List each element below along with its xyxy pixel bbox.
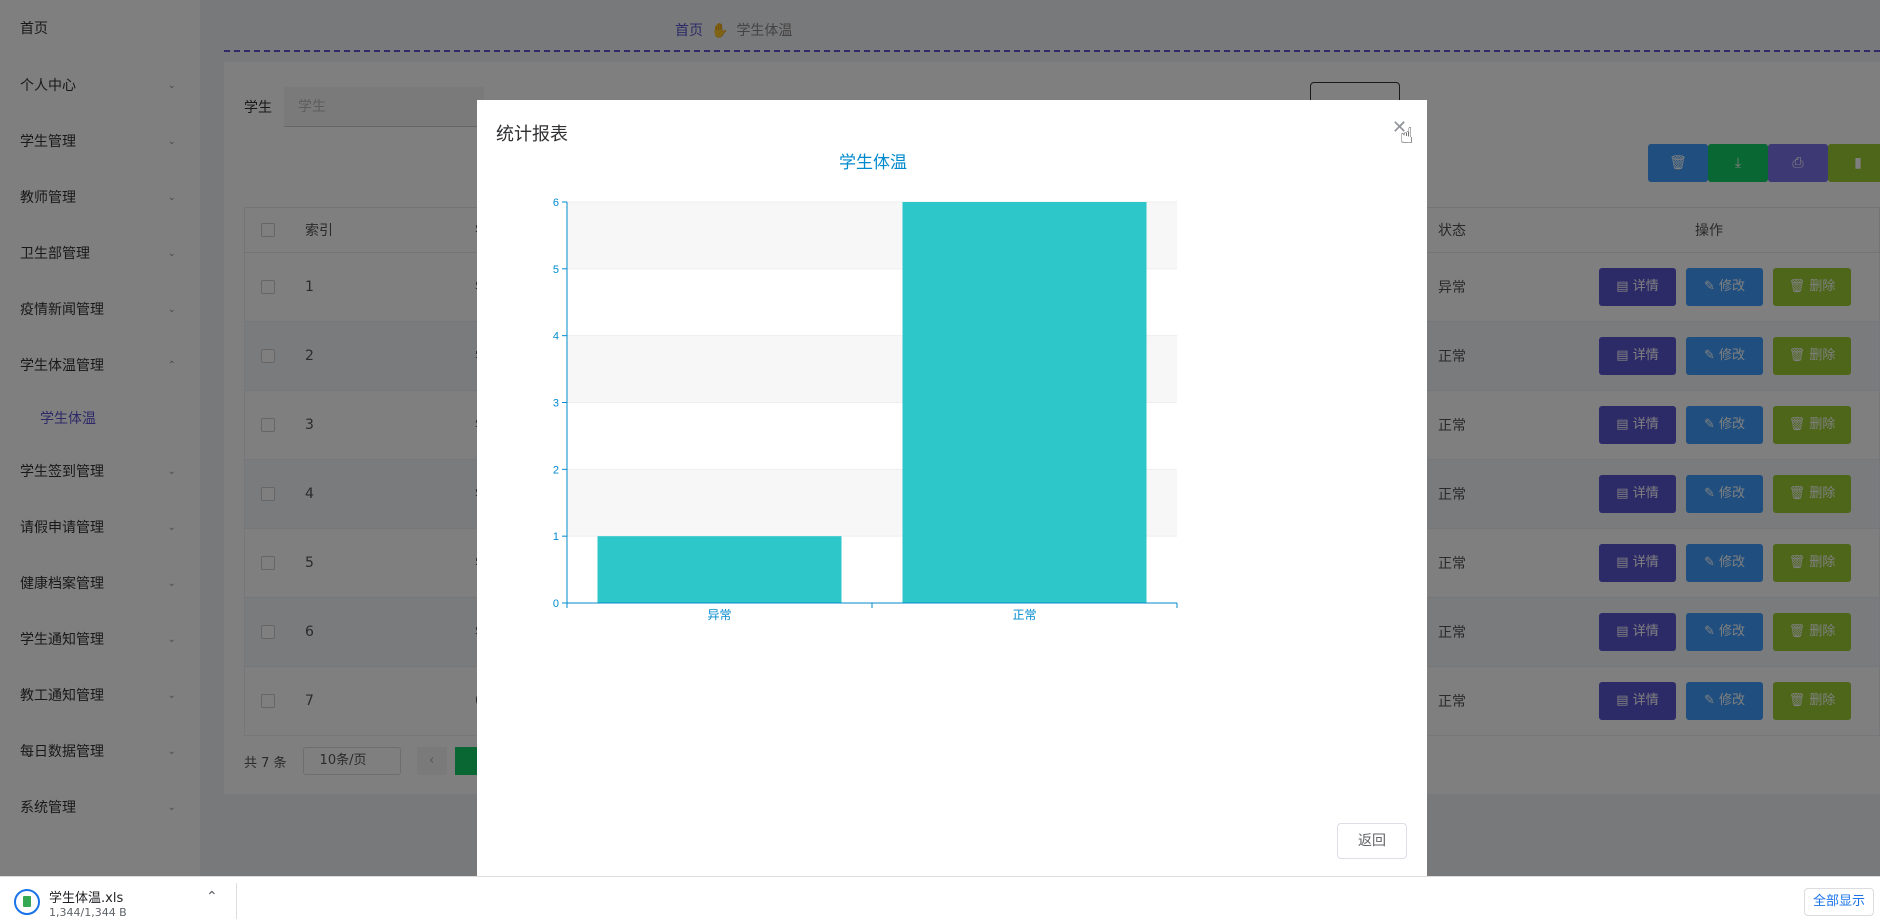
- y-tick-label: 3: [553, 398, 559, 410]
- download-file-name[interactable]: 学生体温.xls: [49, 887, 123, 906]
- y-tick-label: 2: [553, 464, 559, 476]
- y-tick-label: 4: [553, 331, 559, 343]
- back-button[interactable]: 返回: [1337, 823, 1407, 859]
- chevron-up-icon[interactable]: ⌃: [206, 889, 218, 905]
- x-tick-label: 异常: [707, 608, 731, 622]
- y-tick-label: 0: [553, 598, 559, 610]
- y-tick-label: 5: [553, 264, 559, 276]
- excel-file-icon: [14, 889, 40, 915]
- chart-title: 学生体温: [839, 153, 907, 172]
- y-tick-label: 1: [553, 531, 559, 543]
- y-tick-label: 6: [553, 197, 559, 209]
- bar: [597, 536, 842, 603]
- bar-chart: 学生体温 0 1 2 3 4 5 6 异常 正常: [553, 153, 1178, 622]
- show-all-button[interactable]: 全部显示: [1804, 888, 1874, 916]
- download-bar: 学生体温.xls 1,344/1,344 B ⌃ 全部显示: [0, 876, 1880, 924]
- chart-container: 学生体温 0 1 2 3 4 5 6 异常 正常: [477, 100, 1427, 780]
- statistics-dialog: 统计报表 ✕ ☝ 学生体温 0 1 2 3 4 5 6 异常 正常 返回: [477, 100, 1427, 876]
- download-file-size: 1,344/1,344 B: [49, 906, 127, 919]
- bar: [902, 202, 1147, 603]
- download-divider: [236, 883, 237, 919]
- x-tick-label: 正常: [1012, 608, 1036, 622]
